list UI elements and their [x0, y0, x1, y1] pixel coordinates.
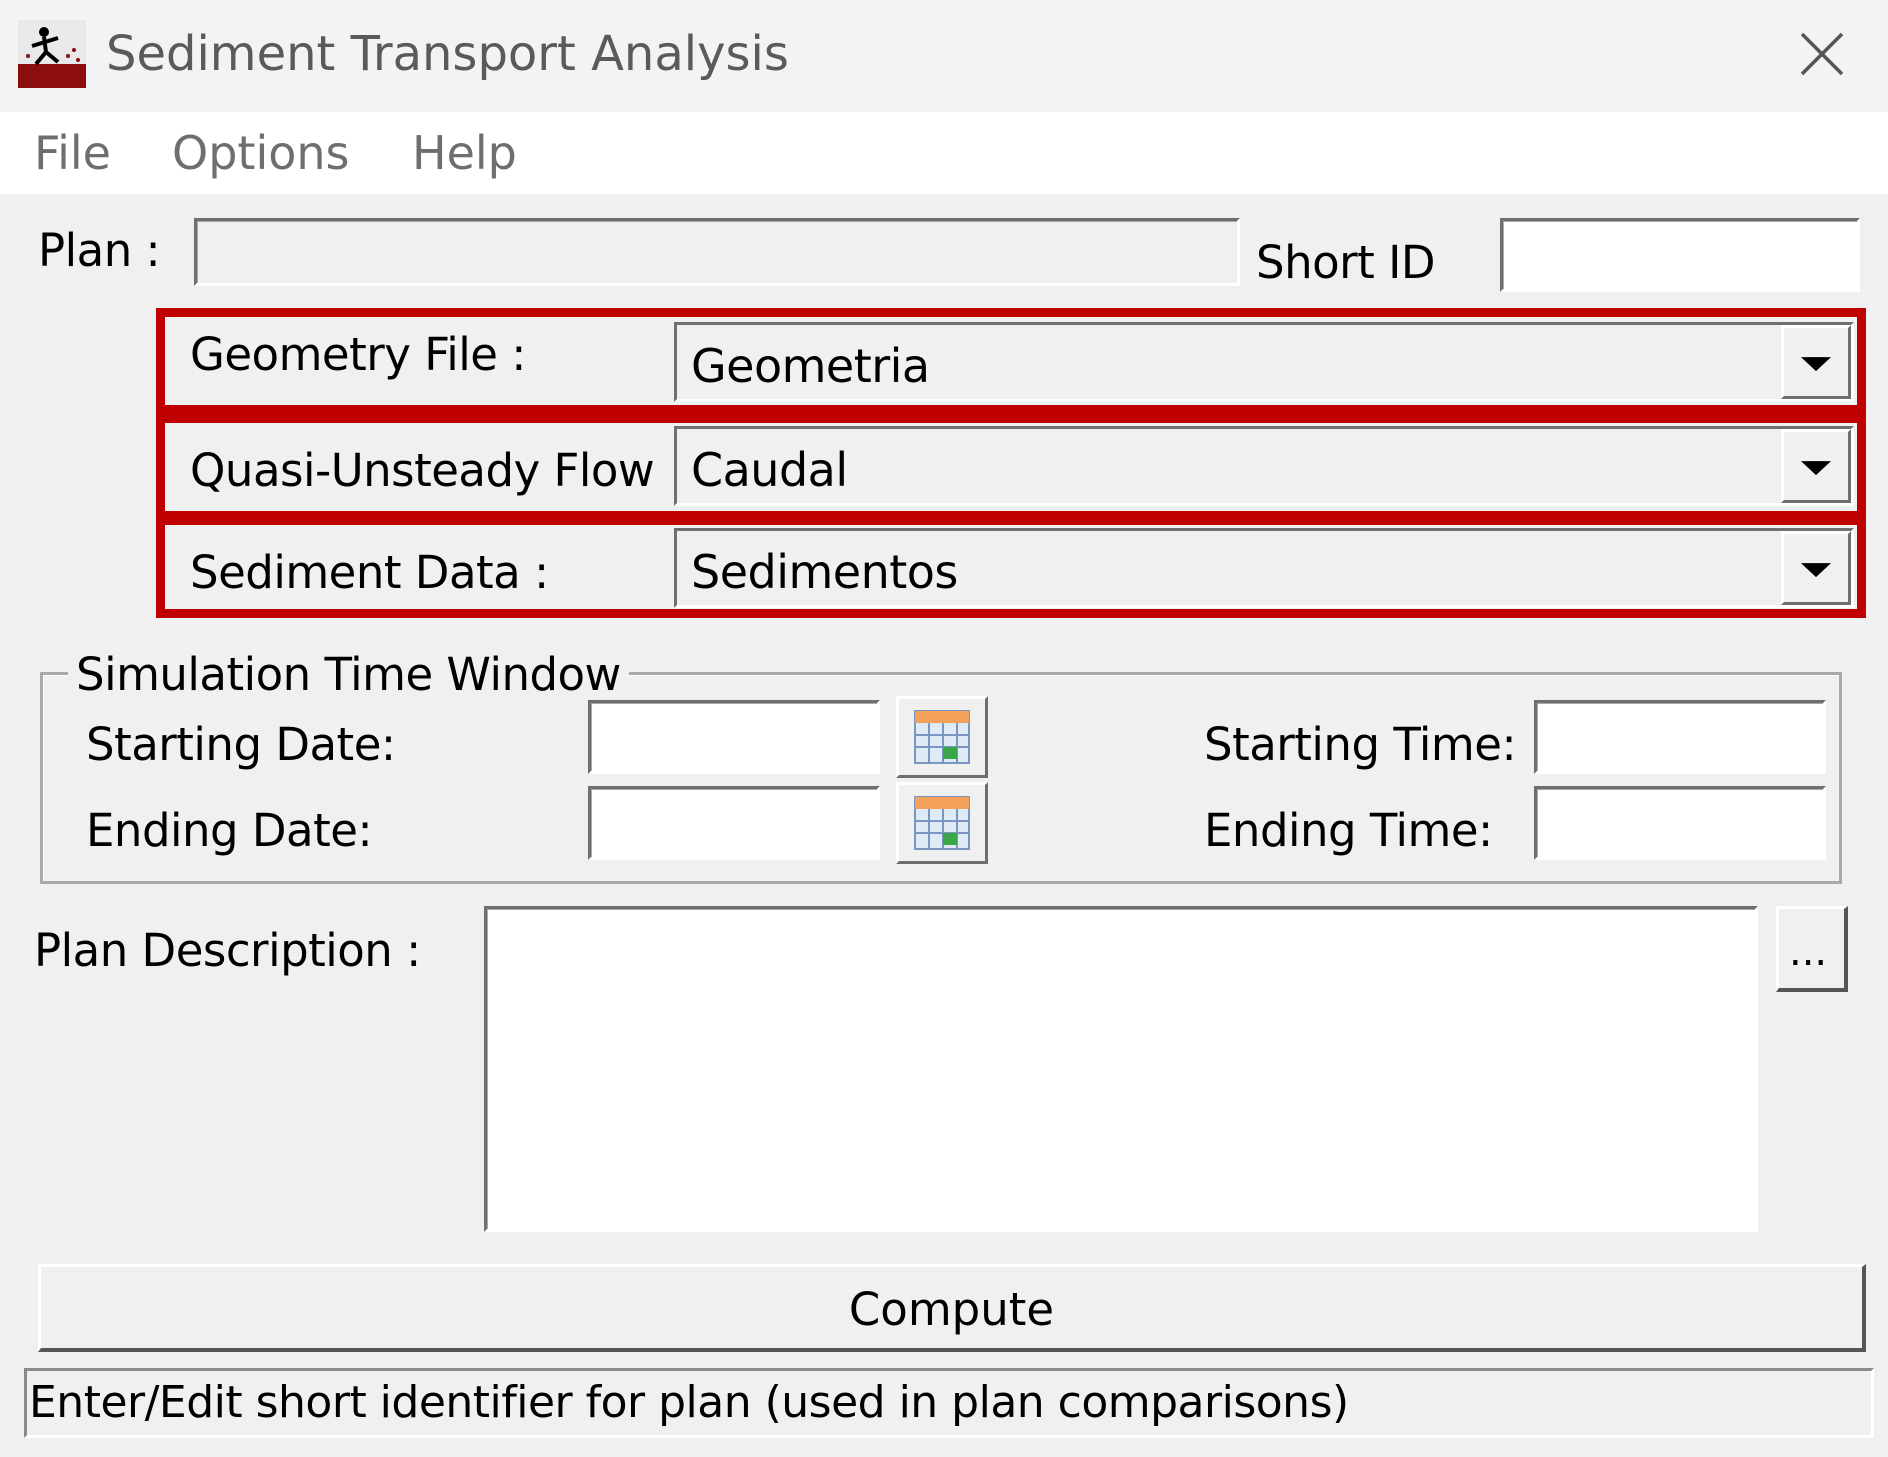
starting-time-label: Starting Time:	[1204, 718, 1517, 771]
short-id-input[interactable]	[1500, 218, 1860, 292]
starting-date-label: Starting Date:	[86, 718, 396, 771]
plan-description-label: Plan Description :	[34, 924, 421, 977]
menu-help[interactable]: Help	[412, 126, 517, 180]
simulation-time-window-title: Simulation Time Window	[68, 648, 629, 701]
short-id-label: Short ID	[1256, 236, 1436, 289]
plan-description-textarea[interactable]	[484, 906, 1758, 1232]
flow-value: Caudal	[691, 443, 848, 497]
starting-time-input[interactable]	[1534, 700, 1826, 774]
plan-label: Plan :	[38, 224, 161, 277]
chevron-down-icon[interactable]	[1781, 325, 1851, 399]
plan-input[interactable]	[194, 218, 1240, 286]
flow-label: Quasi-Unsteady Flow	[190, 444, 655, 497]
sediment-data-label: Sediment Data :	[190, 546, 549, 599]
close-icon	[1800, 32, 1844, 76]
geometry-file-value: Geometria	[691, 339, 930, 393]
status-bar: Enter/Edit short identifier for plan (us…	[24, 1368, 1874, 1438]
calendar-icon	[914, 710, 970, 764]
plan-description-more-button[interactable]: ...	[1776, 906, 1848, 992]
compute-button[interactable]: Compute	[38, 1264, 1866, 1352]
sediment-app-icon	[18, 20, 86, 88]
starting-date-calendar-button[interactable]	[896, 696, 988, 778]
calendar-icon	[914, 796, 970, 850]
flow-select[interactable]: Caudal	[674, 426, 1854, 506]
starting-date-input[interactable]	[588, 700, 880, 774]
status-text: Enter/Edit short identifier for plan (us…	[29, 1377, 1349, 1428]
ending-date-label: Ending Date:	[86, 804, 373, 857]
sediment-data-select[interactable]: Sedimentos	[674, 528, 1854, 608]
ending-time-input[interactable]	[1534, 786, 1826, 860]
geometry-file-label: Geometry File :	[190, 328, 526, 381]
ellipsis-label: ...	[1789, 929, 1828, 975]
menu-file[interactable]: File	[34, 126, 111, 180]
geometry-file-select[interactable]: Geometria	[674, 322, 1854, 402]
ending-time-label: Ending Time:	[1204, 804, 1493, 857]
chevron-down-icon[interactable]	[1781, 429, 1851, 503]
window-title: Sediment Transport Analysis	[106, 26, 789, 82]
sediment-data-value: Sedimentos	[691, 545, 958, 599]
menu-options[interactable]: Options	[172, 126, 350, 180]
close-button[interactable]	[1790, 22, 1854, 86]
chevron-down-icon[interactable]	[1781, 531, 1851, 605]
compute-label: Compute	[848, 1283, 1055, 1336]
ending-date-input[interactable]	[588, 786, 880, 860]
ending-date-calendar-button[interactable]	[896, 782, 988, 864]
